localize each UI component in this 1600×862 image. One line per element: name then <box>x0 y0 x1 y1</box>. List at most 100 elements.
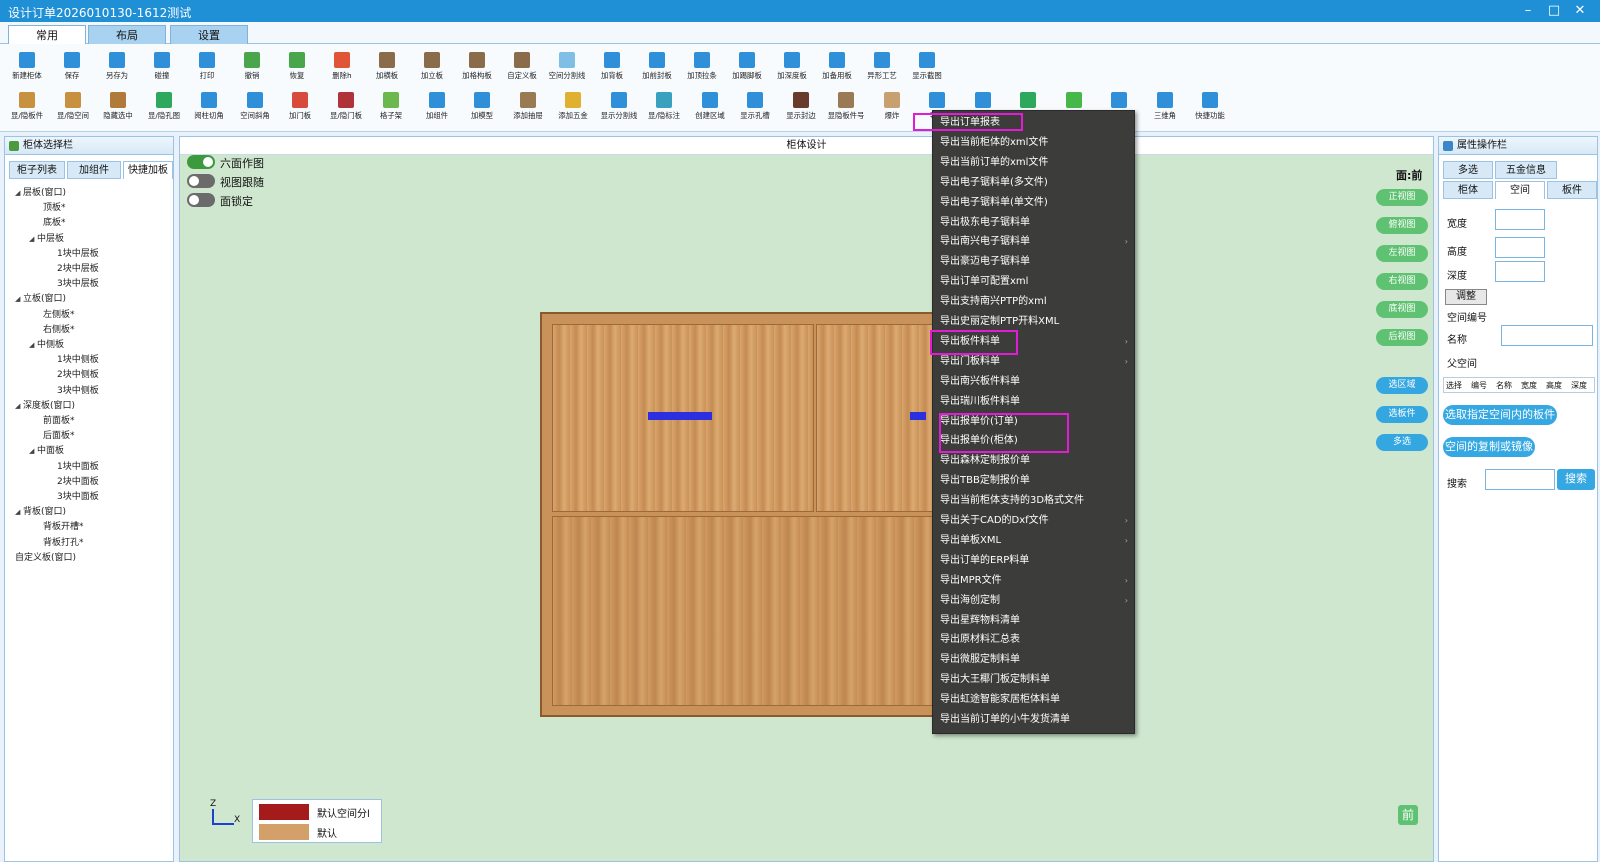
toolbar-button-r2-14[interactable]: 显/隐标注 <box>641 88 687 128</box>
toolbar-button-r1-13[interactable]: 加背板 <box>589 48 635 88</box>
search-input[interactable] <box>1485 469 1555 490</box>
toolbar-button-r1-17[interactable]: 加深度板 <box>769 48 815 88</box>
export-menu-item[interactable]: 导出单板XML › <box>933 531 1136 551</box>
toolbar-button-r1-8[interactable]: 加横板 <box>364 48 410 88</box>
tree-item[interactable]: 2块中层板 <box>57 261 99 274</box>
grid-header-cell[interactable]: 高度 <box>1546 380 1562 391</box>
export-menu-item[interactable]: 导出极东电子锯料单 <box>933 213 1136 233</box>
toolbar-button-r1-9[interactable]: 加立板 <box>409 48 455 88</box>
toolbar-button-r2-5[interactable]: 空间斜角 <box>232 88 278 128</box>
tab-quick-add-board[interactable]: 快捷加板 <box>123 161 173 179</box>
toolbar-button-r1-19[interactable]: 异形工艺 <box>859 48 905 88</box>
close-button[interactable]: ✕ <box>1568 2 1592 20</box>
tree-item[interactable]: 前面板* <box>43 413 75 426</box>
toolbar-button-r2-4[interactable]: 阅柱切角 <box>186 88 232 128</box>
export-menu-item[interactable]: 导出电子锯料单(单文件) <box>933 193 1136 213</box>
tree-item[interactable]: ◢ 中层板 <box>29 231 64 244</box>
toolbar-button-r1-3[interactable]: 碰撞 <box>139 48 185 88</box>
design-viewport[interactable]: 柜体设计 六面作图 视图跟随 面锁定 面:前 正视图 俯视图 左视图 右视图 底… <box>179 136 1434 862</box>
toolbar-button-r1-5[interactable]: 撤销 <box>229 48 275 88</box>
tree-item[interactable]: 3块中面板 <box>57 489 99 502</box>
expand-arrow-icon[interactable]: ◢ <box>15 402 23 410</box>
toolbar-button-r1-14[interactable]: 加前封板 <box>634 48 680 88</box>
toolbar-button-r1-18[interactable]: 加备用板 <box>814 48 860 88</box>
toolbar-button-r1-7[interactable]: 删除h <box>319 48 365 88</box>
export-menu-item[interactable]: 导出海创定制 › <box>933 591 1136 611</box>
export-menu-item[interactable]: 导出关于CAD的Dxf文件 › <box>933 511 1136 531</box>
tab-add-component[interactable]: 加组件 <box>67 161 121 179</box>
export-menu-item[interactable]: 导出原材料汇总表 <box>933 630 1136 650</box>
export-menu-item[interactable]: 导出电子锯料单(多文件) <box>933 173 1136 193</box>
toolbar-button-r1-0[interactable]: 新建柜体 <box>4 48 50 88</box>
grid-header-cell[interactable]: 深度 <box>1571 380 1587 391</box>
multi-select-button[interactable]: 多选 <box>1376 434 1428 451</box>
export-menu-item[interactable]: 导出南兴板件料单 <box>933 372 1136 392</box>
export-menu-item[interactable]: 导出虹途智能家居柜体料单 <box>933 690 1136 710</box>
toolbar-button-r1-2[interactable]: 另存为 <box>94 48 140 88</box>
height-input[interactable] <box>1495 237 1545 258</box>
export-menu-item[interactable]: 导出当前柜体支持的3D格式文件 <box>933 491 1136 511</box>
toolbar-button-r1-1[interactable]: 保存 <box>49 48 95 88</box>
toggle-face-lock[interactable] <box>187 193 215 207</box>
toolbar-button-r2-11[interactable]: 添加抽屉 <box>505 88 551 128</box>
toolbar-button-r1-11[interactable]: 自定义板 <box>499 48 545 88</box>
tab-board[interactable]: 板件 <box>1547 181 1597 199</box>
tab-common[interactable]: 常用 <box>8 25 86 45</box>
toolbar-button-r2-15[interactable]: 创建区域 <box>687 88 733 128</box>
minimize-button[interactable]: – <box>1516 2 1540 20</box>
tree-item[interactable]: ◢ 立板(窗口) <box>15 291 66 304</box>
depth-input[interactable] <box>1495 261 1545 282</box>
cabinet-model[interactable] <box>540 312 940 717</box>
export-menu-item[interactable]: 导出订单的ERP料单 <box>933 551 1136 571</box>
bottom-view-button[interactable]: 底视图 <box>1376 301 1428 318</box>
tab-multi-select[interactable]: 多选 <box>1443 161 1493 179</box>
export-menu-item[interactable]: 导出当前订单的小牛发货清单 <box>933 710 1136 730</box>
toolbar-button-r2-12[interactable]: 添加五金 <box>550 88 596 128</box>
toolbar-button-r2-25[interactable]: 三维角 <box>1142 88 1188 128</box>
export-menu-item[interactable]: 导出星辉物料清单 <box>933 611 1136 631</box>
expand-arrow-icon[interactable]: ◢ <box>29 447 37 455</box>
copy-mirror-space-button[interactable]: 空间的复制或镜像 <box>1443 437 1535 457</box>
export-menu-item[interactable]: 导出豪迈电子锯料单 <box>933 252 1136 272</box>
export-menu-item[interactable]: 导出大王椰门板定制料单 <box>933 670 1136 690</box>
tree-item[interactable]: 背板开槽* <box>43 519 84 532</box>
grid-header-cell[interactable]: 选择 <box>1446 380 1462 391</box>
tree-item[interactable]: ◢ 中侧板 <box>29 337 64 350</box>
toolbar-button-r2-18[interactable]: 显隐板件号 <box>823 88 869 128</box>
toolbar-button-r2-7[interactable]: 显/隐门板 <box>323 88 369 128</box>
export-menu-item[interactable]: 导出订单可配置xml <box>933 272 1136 292</box>
right-view-button[interactable]: 右视图 <box>1376 273 1428 290</box>
tree-item[interactable]: 自定义板(窗口) <box>15 550 76 563</box>
tree-item[interactable]: ◢ 层板(窗口) <box>15 185 66 198</box>
toolbar-button-r2-10[interactable]: 加模型 <box>459 88 505 128</box>
expand-arrow-icon[interactable]: ◢ <box>29 341 37 349</box>
tab-space[interactable]: 空间 <box>1495 181 1545 199</box>
toggle-six-face[interactable] <box>187 155 215 169</box>
toolbar-button-r2-16[interactable]: 显示孔槽 <box>732 88 778 128</box>
tree-item[interactable]: 1块中面板 <box>57 459 99 472</box>
tab-layout[interactable]: 布局 <box>88 25 166 44</box>
export-menu-item[interactable]: 导出当前订单的xml文件 <box>933 153 1136 173</box>
tree-item[interactable]: ◢ 深度板(窗口) <box>15 398 75 411</box>
tree-item[interactable]: 3块中侧板 <box>57 383 99 396</box>
expand-arrow-icon[interactable]: ◢ <box>15 189 23 197</box>
tree-item[interactable]: ◢ 中面板 <box>29 443 64 456</box>
tree-item[interactable]: 2块中侧板 <box>57 367 99 380</box>
tree-item[interactable]: 背板打孔* <box>43 535 84 548</box>
toolbar-button-r2-19[interactable]: 爆炸 <box>869 88 915 128</box>
export-menu-item[interactable]: 导出TBB定制报价单 <box>933 471 1136 491</box>
name-input[interactable] <box>1501 325 1593 346</box>
toolbar-button-r2-0[interactable]: 显/隐板件 <box>4 88 50 128</box>
toggle-view-follow[interactable] <box>187 174 215 188</box>
toolbar-button-r1-20[interactable]: 显示截图 <box>904 48 950 88</box>
export-menu-item[interactable]: 导出微服定制料单 <box>933 650 1136 670</box>
tree-item[interactable]: 1块中侧板 <box>57 352 99 365</box>
toolbar-button-r1-10[interactable]: 加格构板 <box>454 48 500 88</box>
grid-header-cell[interactable]: 宽度 <box>1521 380 1537 391</box>
toolbar-button-r2-3[interactable]: 显/隐孔图 <box>141 88 187 128</box>
select-board-button[interactable]: 选板件 <box>1376 406 1428 423</box>
tab-settings[interactable]: 设置 <box>170 25 248 44</box>
tree-item[interactable]: 右侧板* <box>43 322 75 335</box>
toolbar-button-r2-8[interactable]: 格子架 <box>368 88 414 128</box>
adjust-button[interactable]: 调整 <box>1445 289 1487 305</box>
